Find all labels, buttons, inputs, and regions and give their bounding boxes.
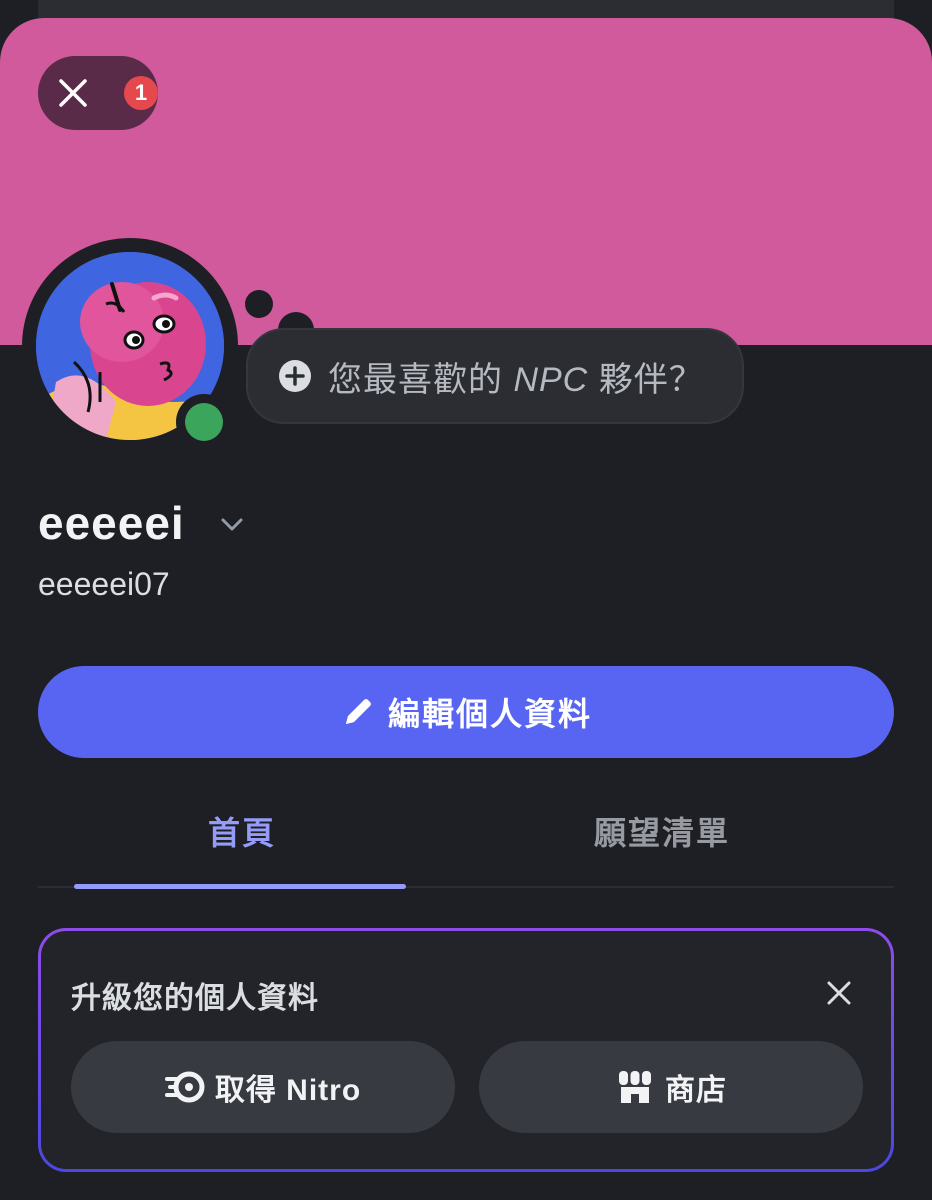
get-nitro-label: 取得 Nitro [214,1074,362,1107]
get-nitro-button[interactable]: 取得 Nitro [71,1041,455,1133]
thought-dot [245,290,273,318]
close-icon [59,79,87,107]
close-icon[interactable] [825,979,853,1007]
username: eeeeei07 [38,566,170,602]
active-tab-indicator [74,884,406,889]
shop-button[interactable]: 商店 [479,1041,863,1133]
upgrade-profile-card: 升級您的個人資料 取得 Nitro 商店 [38,928,894,1172]
online-status-dot [185,403,223,441]
shop-icon [619,1071,651,1103]
notification-badge: 1 [124,76,158,110]
shop-label: 商店 [665,1074,727,1107]
custom-status-bubble[interactable]: 您最喜歡的 NPC 夥伴？ [246,328,744,424]
display-name: eeeeei [38,497,185,549]
status-prompt: 您最喜歡的 NPC 夥伴？ [328,360,704,399]
close-profile-button[interactable]: 1 [38,56,158,130]
nitro-icon [164,1071,205,1103]
edit-profile-label: 編輯個人資料 [387,696,592,732]
underlying-sheet-edge [38,0,894,20]
plus-circle-icon [279,360,311,392]
tab-home[interactable]: 首頁 [208,808,276,854]
upgrade-card-title: 升級您的個人資料 [71,982,319,1015]
pencil-icon [345,699,371,724]
tab-wishlist[interactable]: 願望清單 [594,808,730,854]
status-indicator [176,394,232,450]
chevron-down-icon[interactable] [218,510,246,538]
profile-sheet: 1 您最喜歡的 NPC 夥伴？ eeeeei eeeeei07 編輯個人資料 首… [0,18,932,1200]
edit-profile-button[interactable]: 編輯個人資料 [38,666,894,758]
